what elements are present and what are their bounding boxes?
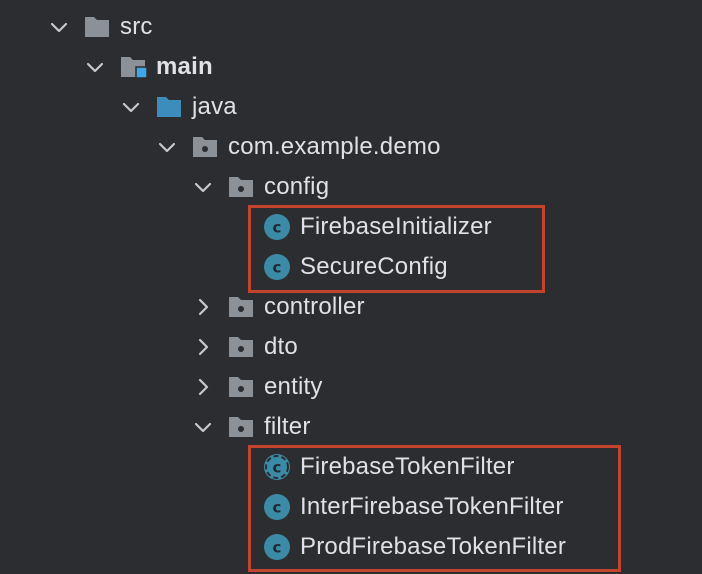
svg-text:c: c	[273, 219, 282, 237]
tree-item-src[interactable]: src	[0, 7, 702, 47]
chevron-down-icon[interactable]	[119, 95, 143, 119]
tree-item-label: config	[264, 173, 330, 200]
tree-item-filter[interactable]: filter	[0, 407, 702, 447]
tree-item-class-interfirebasetokenfilter[interactable]: c InterFirebaseTokenFilter	[0, 487, 702, 527]
tree-item-label: filter	[264, 413, 311, 440]
java-sources-folder-icon	[155, 94, 183, 120]
chevron-right-icon[interactable]	[191, 295, 215, 319]
folder-icon	[83, 14, 111, 40]
package-icon	[227, 414, 255, 440]
tree-item-com-example-demo[interactable]: com.example.demo	[0, 127, 702, 167]
abstract-class-icon: c	[263, 453, 291, 481]
package-icon	[227, 374, 255, 400]
tree-item-label: InterFirebaseTokenFilter	[300, 493, 564, 520]
class-icon: c	[263, 253, 291, 281]
tree-item-label: dto	[264, 333, 298, 360]
tree-item-label: ProdFirebaseTokenFilter	[300, 533, 567, 560]
tree-item-class-secureconfig[interactable]: c SecureConfig	[0, 247, 702, 287]
chevron-right-icon[interactable]	[191, 335, 215, 359]
tree-item-controller[interactable]: controller	[0, 287, 702, 327]
tree-item-label: FirebaseInitializer	[300, 213, 492, 240]
chevron-down-icon[interactable]	[83, 55, 107, 79]
chevron-down-icon[interactable]	[47, 15, 71, 39]
tree-item-dto[interactable]: dto	[0, 327, 702, 367]
tree-item-label: entity	[264, 373, 323, 400]
chevron-down-icon[interactable]	[191, 415, 215, 439]
tree-item-config[interactable]: config	[0, 167, 702, 207]
class-icon: c	[263, 493, 291, 521]
tree-item-java[interactable]: java	[0, 87, 702, 127]
tree-item-entity[interactable]: entity	[0, 367, 702, 407]
svg-text:c: c	[273, 459, 282, 477]
svg-text:c: c	[273, 499, 282, 517]
tree-item-label: FirebaseTokenFilter	[300, 453, 515, 480]
project-tree: src main java com.example.demo config c Fireba…	[0, 0, 702, 574]
tree-item-class-firebasetokenfilter[interactable]: c FirebaseTokenFilter	[0, 447, 702, 487]
package-icon	[227, 174, 255, 200]
tree-item-label: java	[192, 93, 237, 120]
chevron-down-icon[interactable]	[191, 175, 215, 199]
package-icon	[227, 334, 255, 360]
tree-item-label: src	[120, 13, 153, 40]
package-icon	[191, 134, 219, 160]
tree-item-label: main	[156, 53, 213, 80]
tree-item-class-firebaseinitializer[interactable]: c FirebaseInitializer	[0, 207, 702, 247]
tree-item-main[interactable]: main	[0, 47, 702, 87]
class-icon: c	[263, 213, 291, 241]
package-icon	[227, 294, 255, 320]
chevron-down-icon[interactable]	[155, 135, 179, 159]
tree-item-label: com.example.demo	[228, 133, 441, 160]
chevron-right-icon[interactable]	[191, 375, 215, 399]
tree-item-label: controller	[264, 293, 365, 320]
tree-item-class-prodfirebasetokenfilter[interactable]: c ProdFirebaseTokenFilter	[0, 527, 702, 567]
source-root-folder-icon	[119, 54, 148, 80]
svg-text:c: c	[273, 539, 282, 557]
tree-item-label: SecureConfig	[300, 253, 448, 280]
svg-text:c: c	[273, 259, 282, 277]
class-icon: c	[263, 533, 291, 561]
